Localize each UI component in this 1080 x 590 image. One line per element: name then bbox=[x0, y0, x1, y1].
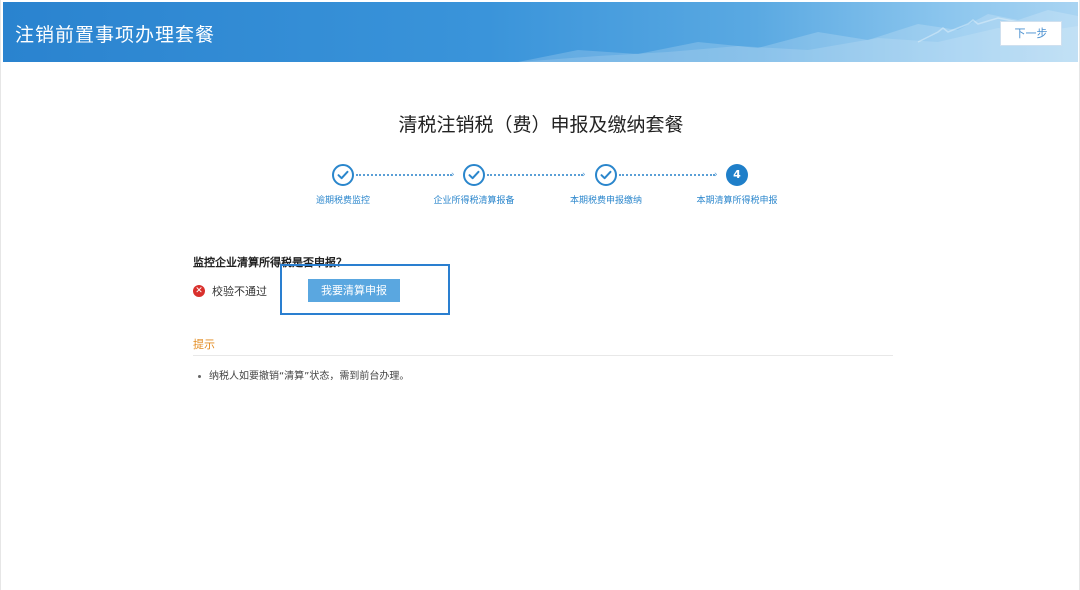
divider bbox=[193, 355, 893, 356]
package-title: 清税注销税（费）申报及缴纳套餐 bbox=[398, 114, 684, 136]
page-title: 注销前置事项办理套餐 bbox=[15, 24, 216, 46]
step-label: 本期清算所得税申报 bbox=[696, 196, 778, 206]
liquidation-declare-button[interactable]: 我要清算申报 bbox=[308, 279, 400, 302]
step-2: 企业所得税清算报备 bbox=[414, 164, 534, 206]
step-3: 本期税费申报缴纳 bbox=[546, 164, 666, 206]
tips-title: 提示 bbox=[193, 338, 215, 351]
check-icon bbox=[595, 164, 617, 186]
status-text: 校验不通过 bbox=[212, 285, 267, 298]
tip-text: 纳税人如要撤销“清算”状态，需到前台办理。 bbox=[209, 371, 410, 382]
bullet-icon bbox=[198, 374, 201, 378]
page: 注销前置事项办理套餐 下一步 清税注销税（费）申报及缴纳套餐 逾期税费监控 › … bbox=[0, 0, 1080, 590]
step-label: 企业所得税清算报备 bbox=[433, 196, 515, 206]
great-wall-banner-image bbox=[518, 10, 1078, 62]
error-icon: ✕ bbox=[193, 285, 205, 297]
progress-steps: 逾期税费监控 › 企业所得税清算报备 › 本期税费申报缴纳 › 4 本期清算所得… bbox=[301, 164, 801, 214]
check-status: ✕ 校验不通过 bbox=[193, 283, 267, 299]
step-label: 本期税费申报缴纳 bbox=[569, 196, 642, 206]
step-label: 逾期税费监控 bbox=[315, 196, 370, 206]
step-1: 逾期税费监控 bbox=[283, 164, 403, 206]
list-item: 纳税人如要撤销“清算”状态，需到前台办理。 bbox=[198, 367, 409, 382]
check-icon bbox=[332, 164, 354, 186]
step-number: 4 bbox=[726, 164, 748, 186]
header-banner: 注销前置事项办理套餐 下一步 bbox=[3, 2, 1078, 62]
next-step-button[interactable]: 下一步 bbox=[1000, 21, 1062, 46]
step-4: 4 本期清算所得税申报 bbox=[677, 164, 797, 206]
check-icon bbox=[463, 164, 485, 186]
